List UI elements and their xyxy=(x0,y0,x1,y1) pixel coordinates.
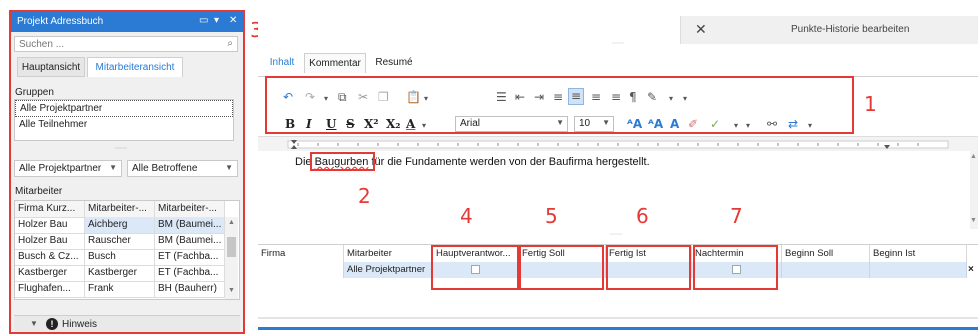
annotation-box-7 xyxy=(693,245,778,290)
tab-inhalt[interactable]: Inhalt xyxy=(262,53,302,73)
scroll-down-icon[interactable]: ▼ xyxy=(970,217,977,224)
scroll-up-icon[interactable]: ▲ xyxy=(970,153,977,160)
callout-6: 6 xyxy=(636,204,649,228)
grid-cell-mitarbeiter[interactable]: Alle Projektpartner xyxy=(344,262,433,278)
close-icon[interactable]: × xyxy=(968,264,974,275)
splitter-grip[interactable]: ⋯⋯ xyxy=(610,231,622,238)
grid-cell-beginn-soll[interactable] xyxy=(782,262,870,278)
punkte-historie-label: Punkte-Historie bearbeiten xyxy=(791,24,910,35)
accent-bar xyxy=(258,327,978,330)
annotation-box-4 xyxy=(431,245,519,290)
column-header-beginn-ist[interactable]: Beginn Ist xyxy=(870,245,967,262)
editor-text: für die Fundamente werden von der Baufir… xyxy=(368,156,650,168)
tools-icon: ✕ xyxy=(695,21,707,37)
ruler-ticks xyxy=(287,140,949,149)
annotation-box-6 xyxy=(606,245,691,290)
splitter-grip[interactable]: ⋯⋯ xyxy=(612,40,624,47)
annotation-box-1 xyxy=(265,76,854,134)
column-header-beginn-soll[interactable]: Beginn Soll xyxy=(782,245,870,262)
annotation-box-5 xyxy=(519,245,604,290)
column-header-mitarbeiter[interactable]: Mitarbeiter xyxy=(344,245,433,262)
punkte-historie-button[interactable]: ✕ Punkte-Historie bearbeiten xyxy=(680,16,978,44)
callout-7: 7 xyxy=(730,204,743,228)
callout-4: 4 xyxy=(460,204,473,228)
tab-kommentar[interactable]: Kommentar xyxy=(304,53,366,73)
editor-scrollbar[interactable]: ▲ ▼ xyxy=(970,151,978,229)
column-header-firma[interactable]: Firma xyxy=(258,245,344,262)
grid-scrollbar[interactable] xyxy=(258,317,978,319)
callout-2: 2 xyxy=(358,184,371,208)
annotation-box-3 xyxy=(9,10,245,334)
grid-cell-firma[interactable] xyxy=(258,262,344,278)
callout-1: 1 xyxy=(864,92,877,116)
callout-5: 5 xyxy=(545,204,558,228)
tab-resume[interactable]: Resumé xyxy=(368,53,420,73)
grid-cell-beginn-ist[interactable] xyxy=(870,262,967,278)
annotation-box-2 xyxy=(310,152,375,171)
